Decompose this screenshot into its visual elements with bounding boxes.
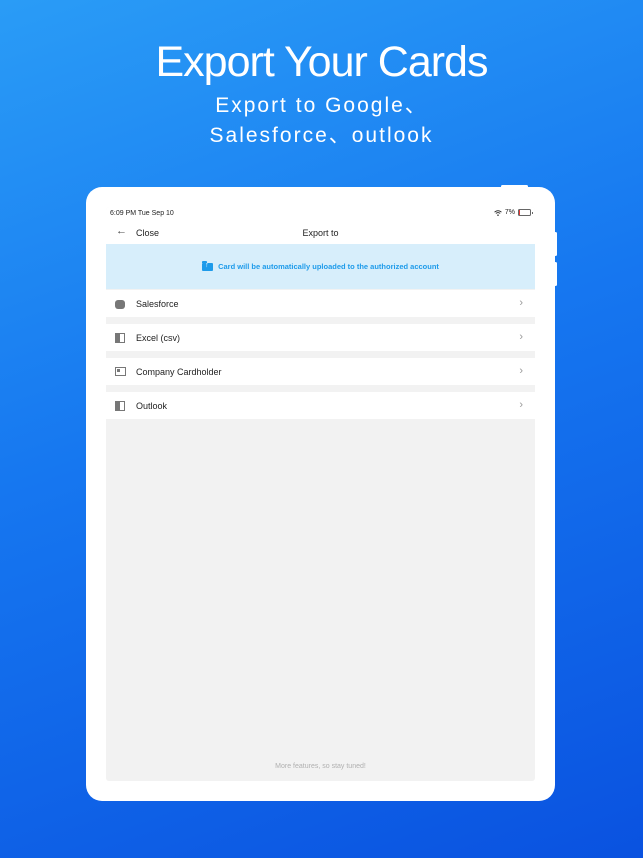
excel-icon	[115, 333, 125, 343]
outlook-icon	[115, 401, 125, 411]
app-screen: 6:09 PM Tue Sep 10 7% ← Close Export to …	[106, 207, 535, 781]
nav-bar: ← Close Export to	[106, 222, 535, 244]
export-options-list: Salesforce › Excel (csv) › Company Cardh…	[106, 290, 535, 419]
salesforce-icon	[115, 300, 125, 309]
wifi-icon	[494, 209, 502, 216]
tablet-volume-down	[554, 262, 557, 286]
battery-icon	[518, 209, 533, 216]
tablet-volume-up	[554, 232, 557, 256]
chevron-right-icon: ›	[519, 297, 523, 309]
chevron-right-icon: ›	[519, 365, 523, 377]
chevron-right-icon: ›	[519, 331, 523, 343]
chevron-right-icon: ›	[519, 399, 523, 411]
export-option-company-cardholder[interactable]: Company Cardholder ›	[106, 358, 535, 385]
folder-upload-icon	[202, 260, 214, 271]
battery-percent: 7%	[504, 209, 515, 216]
status-bar: 6:09 PM Tue Sep 10 7%	[106, 207, 535, 222]
export-option-label: Excel (csv)	[136, 333, 181, 343]
hero-subtitle-line1: Export to Google、	[215, 94, 428, 117]
status-time: 6:09 PM Tue Sep 10	[110, 210, 174, 217]
export-option-label: Company Cardholder	[136, 367, 222, 377]
export-option-outlook[interactable]: Outlook ›	[106, 392, 535, 419]
page-title: Export to	[302, 228, 339, 238]
company-card-icon	[115, 367, 126, 376]
hero-title: Export Your Cards	[155, 38, 489, 86]
status-right: 7%	[494, 209, 533, 216]
export-option-label: Outlook	[136, 401, 168, 411]
export-option-excel[interactable]: Excel (csv) ›	[106, 324, 535, 351]
hero-subtitle-line2: Salesforce、outlook	[209, 124, 434, 147]
footer-note: More features, so stay tuned!	[275, 763, 366, 770]
export-option-label: Salesforce	[136, 299, 179, 309]
export-option-salesforce[interactable]: Salesforce ›	[106, 290, 535, 317]
upload-info-banner: Card will be automatically uploaded to t…	[106, 244, 535, 289]
tablet-top-button	[501, 185, 528, 188]
banner-text: Card will be automatically uploaded to t…	[218, 262, 439, 271]
